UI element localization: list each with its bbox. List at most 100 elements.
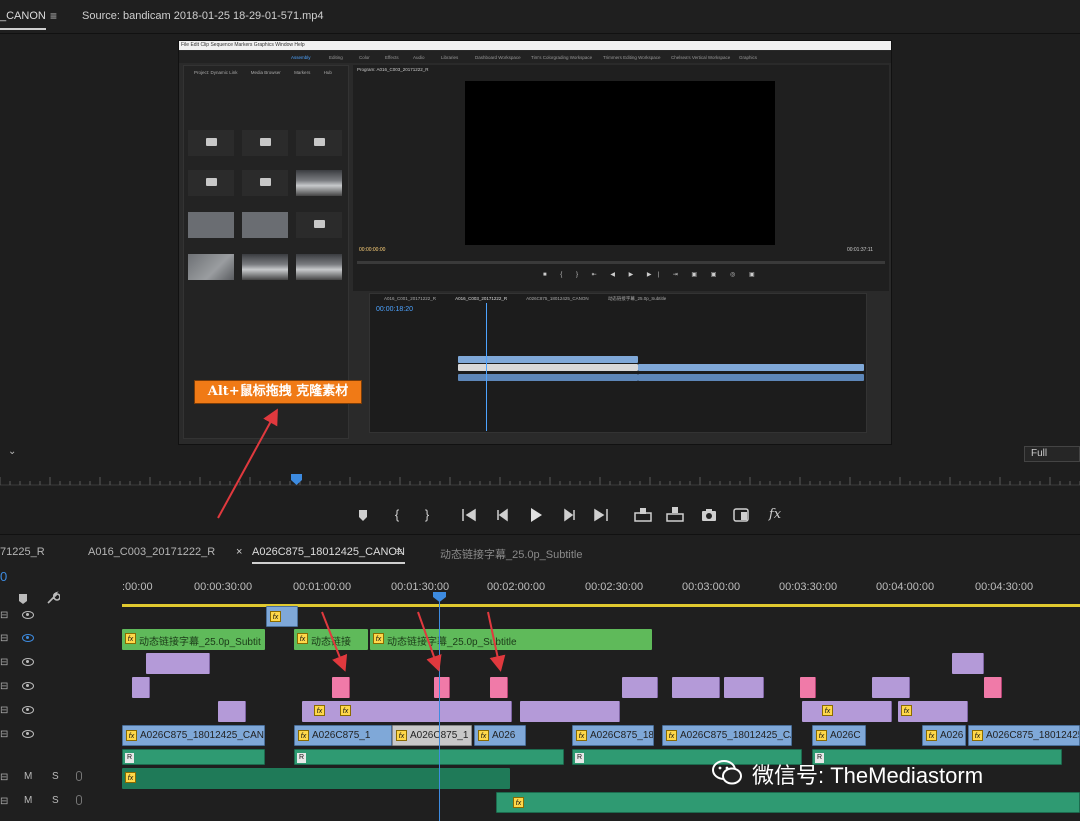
fx-badge-icon: fx xyxy=(396,730,407,741)
zoom-level-select[interactable]: Full xyxy=(1024,446,1080,462)
timeline-playhead-handle[interactable] xyxy=(433,592,446,602)
toggle-sync-icon[interactable]: ⊟ xyxy=(0,681,8,692)
monitor-time-ruler[interactable] xyxy=(0,474,1080,486)
audio-clip[interactable]: R xyxy=(122,749,265,765)
go-to-out-button[interactable] xyxy=(590,504,612,526)
timeline-clip[interactable]: fx xyxy=(802,701,892,722)
v1-clip[interactable]: fx A026 xyxy=(922,725,966,746)
timeline-clip[interactable] xyxy=(672,677,720,698)
cloned-clip[interactable] xyxy=(332,677,350,698)
clip-label: A026C875_18012425_ xyxy=(986,730,1080,741)
timeline-clip[interactable] xyxy=(520,701,620,722)
v1-clip[interactable]: fxA026C875_1 xyxy=(294,725,392,746)
tab-menu-icon[interactable]: ≡ xyxy=(396,546,402,558)
timeline-clip[interactable] xyxy=(872,677,910,698)
timeline-clip[interactable] xyxy=(724,677,764,698)
lift-button[interactable] xyxy=(632,504,654,526)
audio-clip[interactable]: R xyxy=(294,749,564,765)
comparison-icon xyxy=(733,508,749,522)
subtitle-clip[interactable]: fx 动态链接字幕_25.0p_Subtitle xyxy=(370,629,652,650)
toggle-sync-icon[interactable]: ⊟ xyxy=(0,772,8,783)
v1-clip[interactable]: fx A026C875_18012425_ xyxy=(968,725,1080,746)
toggle-sync-icon[interactable]: ⊟ xyxy=(0,796,8,807)
inner-transport-controls: ■ { } ⇤ ◀ ▶ ▶| ⇥ ▣ ▣ ◎ ▣ xyxy=(543,272,761,278)
fx-badge-icon: fx xyxy=(478,730,489,741)
go-to-in-button[interactable] xyxy=(458,504,480,526)
tab-sequence-1[interactable]: 71225_R xyxy=(0,546,45,558)
v1-clip[interactable]: fx A026C875_18 xyxy=(572,725,654,746)
ruler-tick-label: 00:02:30:00 xyxy=(585,581,644,593)
subtitle-clip[interactable]: fx 动态链接字幕_25.0p_Subtit xyxy=(122,629,265,650)
timeline-clip[interactable] xyxy=(622,677,658,698)
cloned-clip[interactable] xyxy=(490,677,508,698)
timeline-clip[interactable] xyxy=(952,653,984,674)
mic-icon[interactable] xyxy=(76,771,82,781)
export-frame-button[interactable] xyxy=(698,504,720,526)
mark-out-button[interactable]: } xyxy=(416,504,438,526)
cloned-clip[interactable] xyxy=(984,677,1002,698)
fx-badge-icon: fx xyxy=(125,633,136,644)
inner-timecode-current: 00:00:00:00 xyxy=(359,247,386,253)
mic-icon[interactable] xyxy=(76,795,82,805)
v1-clip[interactable]: fxA026C875_1 xyxy=(392,725,472,746)
v1-clip[interactable]: fx A026 xyxy=(474,725,526,746)
solo-button[interactable]: S xyxy=(52,771,59,782)
tab-sequence-canon[interactable]: A026C875_18012425_CANON xyxy=(252,546,405,564)
toggle-sync-icon[interactable]: ⊟ xyxy=(0,705,8,716)
timeline-clip[interactable] xyxy=(218,701,246,722)
v1-clip[interactable]: fx A026C xyxy=(812,725,866,746)
timeline-playhead[interactable] xyxy=(439,593,440,821)
timeline-clip[interactable] xyxy=(146,653,210,674)
wrench-icon[interactable] xyxy=(46,591,60,605)
track-header-v2: ⊟ xyxy=(0,700,122,723)
tab-sequence-2[interactable]: A016_C003_20171222_R xyxy=(88,546,215,558)
toggle-sync-icon[interactable]: ⊟ xyxy=(0,729,8,740)
ruler-tick-label: 00:01:00:00 xyxy=(293,581,352,593)
timeline-clip[interactable] xyxy=(132,677,150,698)
eye-icon[interactable] xyxy=(22,611,34,619)
timeline-clip[interactable]: fx xyxy=(898,701,968,722)
panel-menu-icon[interactable]: ≡ xyxy=(50,9,57,23)
eye-icon[interactable] xyxy=(22,706,34,714)
solo-button[interactable]: S xyxy=(52,795,59,806)
tab-subtitle-sequence[interactable]: 动态链接字幕_25.0p_Subtitle xyxy=(440,546,582,562)
tab-source[interactable]: Source: bandicam 2018-01-25 18-29-01-571… xyxy=(82,10,324,22)
play-button[interactable] xyxy=(524,504,546,526)
tab-sequence-canon[interactable]: _CANON xyxy=(0,10,46,30)
eye-icon[interactable] xyxy=(22,730,34,738)
inner-project-tabs: Project: Dynamic Link Media Browser Mark… xyxy=(194,70,344,75)
fx-icon[interactable]: fx xyxy=(764,504,786,526)
extract-button[interactable] xyxy=(664,504,686,526)
audio-clip[interactable]: fx xyxy=(496,792,1080,813)
monitor-playhead[interactable] xyxy=(291,474,302,485)
eye-off-icon[interactable] xyxy=(22,634,34,642)
toggle-sync-icon[interactable]: ⊟ xyxy=(0,657,8,668)
timeline-ruler[interactable]: :00:00 00:00:30:00 00:01:00:00 00:01:30:… xyxy=(122,579,1080,607)
add-marker-button[interactable] xyxy=(352,504,374,526)
timeline-clip[interactable]: fx fx xyxy=(302,701,512,722)
v1-clip[interactable]: fxA026C875_18012425_CANON xyxy=(122,725,265,746)
toggle-sync-icon[interactable]: ⊟ xyxy=(0,610,8,621)
v1-clip[interactable]: fx A026C875_18012425_CAN xyxy=(662,725,792,746)
timeline-clip[interactable]: fx xyxy=(266,606,298,627)
toggle-sync-icon[interactable]: ⊟ xyxy=(0,633,8,644)
cloned-clip[interactable] xyxy=(434,677,450,698)
cloned-clip[interactable] xyxy=(800,677,816,698)
eye-icon[interactable] xyxy=(22,658,34,666)
inner-workspace-item: Chelsea's Vertical Workspace xyxy=(671,55,731,60)
timeline-timecode[interactable]: 0 xyxy=(0,569,7,584)
camera-icon xyxy=(702,509,716,521)
add-marker-icon[interactable] xyxy=(18,593,28,605)
mute-button[interactable]: M xyxy=(24,795,32,806)
mark-in-button[interactable]: { xyxy=(386,504,408,526)
inner-clip xyxy=(458,374,638,381)
fit-dropdown[interactable]: ⌄ xyxy=(0,446,24,462)
comparison-view-button[interactable] xyxy=(730,504,752,526)
close-tab-icon[interactable]: × xyxy=(236,546,242,558)
eye-icon[interactable] xyxy=(22,682,34,690)
mute-button[interactable]: M xyxy=(24,771,32,782)
subtitle-clip[interactable]: fx 动态链接 xyxy=(294,629,368,650)
audio-clip[interactable]: fx xyxy=(122,768,510,789)
step-forward-button[interactable] xyxy=(558,504,580,526)
step-back-button[interactable] xyxy=(492,504,514,526)
